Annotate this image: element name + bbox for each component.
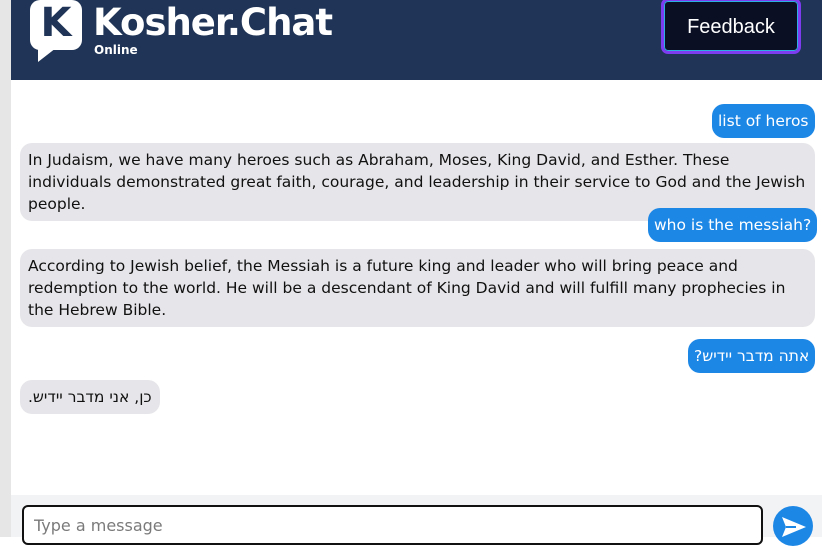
logo-letter: K bbox=[40, 0, 72, 46]
chat-log: list of heros In Judaism, we have many h… bbox=[11, 80, 822, 495]
online-status: Online bbox=[94, 43, 138, 57]
logo-speech-tail bbox=[38, 48, 56, 62]
message-text: כן, אני מדבר יידיש. bbox=[28, 388, 152, 406]
window-edge bbox=[0, 0, 11, 537]
message-input[interactable] bbox=[22, 505, 763, 545]
logo-icon: K bbox=[30, 0, 82, 50]
user-message: who is the messiah? bbox=[648, 208, 818, 242]
app-header: K Kosher.Chat Online Feedback bbox=[11, 0, 822, 80]
feedback-button[interactable]: Feedback bbox=[661, 0, 801, 54]
bot-message: כן, אני מדבר יידיש. bbox=[20, 380, 160, 414]
message-text: According to Jewish belief, the Messiah … bbox=[28, 257, 786, 319]
send-button[interactable] bbox=[773, 506, 813, 546]
composer-bar bbox=[11, 495, 822, 546]
user-message: אתה מדבר יידיש? bbox=[688, 339, 816, 373]
user-message: list of heros bbox=[712, 104, 815, 138]
message-text: In Judaism, we have many heroes such as … bbox=[28, 151, 806, 213]
message-text: list of heros bbox=[718, 112, 809, 130]
message-text: who is the messiah? bbox=[654, 216, 812, 234]
brand-title: Kosher.Chat bbox=[93, 1, 333, 44]
message-text: אתה מדבר יידיש? bbox=[694, 347, 810, 365]
bot-message: According to Jewish belief, the Messiah … bbox=[20, 249, 815, 327]
